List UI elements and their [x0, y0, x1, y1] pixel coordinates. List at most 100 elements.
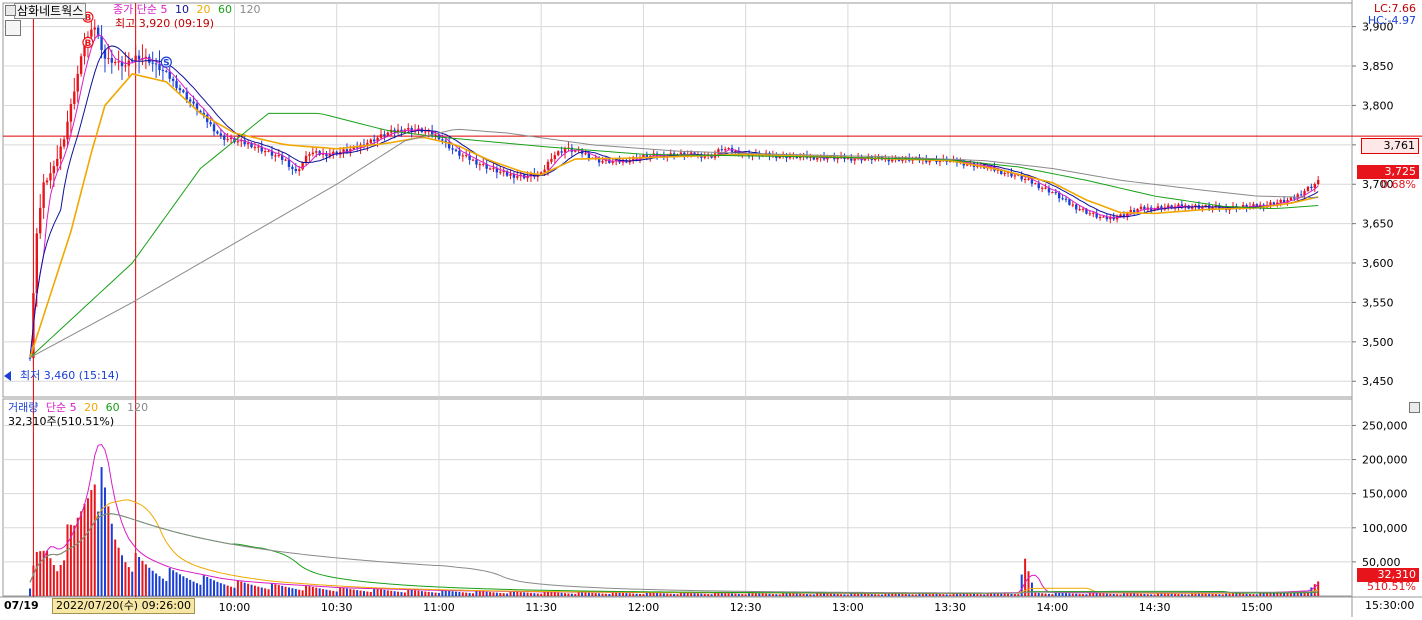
volume-bar: [431, 592, 434, 596]
volume-bar: [870, 594, 873, 596]
volume-bar: [587, 592, 590, 596]
candle-body: [853, 158, 856, 161]
volume-bar: [291, 588, 294, 596]
volume-bar: [734, 593, 737, 596]
candle-body: [287, 159, 291, 167]
price-legend-ma10: 10: [174, 3, 189, 16]
panel-menu-icon[interactable]: [5, 5, 16, 16]
volume-bar: [39, 551, 42, 596]
candle-body: [284, 159, 287, 161]
volume-bar: [1099, 593, 1102, 596]
volume-bar: [141, 560, 144, 596]
volume-bar: [465, 592, 468, 596]
candle-body: [478, 164, 482, 166]
candle-body: [56, 158, 59, 167]
candle-body: [168, 71, 171, 79]
volume-bar: [683, 592, 686, 596]
volume-bar: [90, 490, 93, 596]
volume-tick-label: 200,000: [1362, 454, 1408, 467]
volume-bar: [765, 593, 768, 596]
volume-bar: [547, 591, 549, 596]
volume-bar: [666, 593, 669, 596]
volume-bar: [202, 575, 205, 596]
volume-bar: [874, 594, 877, 596]
time-tick-label: 11:00: [423, 601, 455, 614]
trade-marker-label: S: [163, 59, 169, 69]
candle-body: [1075, 204, 1078, 210]
volume-bar: [386, 590, 389, 596]
volume-bar: [1010, 593, 1013, 596]
volume-bar: [76, 517, 79, 596]
volume-bar: [1242, 593, 1245, 596]
volume-bar: [359, 590, 362, 596]
volume-legend-ma60: 60: [105, 401, 120, 414]
volume-bar: [424, 591, 427, 596]
candle-body: [557, 151, 560, 156]
grid-icon[interactable]: [5, 20, 21, 36]
volume-bar: [717, 592, 720, 596]
volume-bar: [840, 594, 843, 596]
volume-bar: [151, 570, 154, 596]
candle-body: [151, 62, 154, 64]
candle-body: [601, 160, 604, 163]
volume-bar: [540, 593, 543, 596]
volume-summary: 32,310주(510.51%): [8, 415, 115, 428]
volume-bar: [322, 589, 325, 596]
volume-bar: [1211, 593, 1214, 596]
volume-bar: [328, 590, 331, 596]
volume-bar: [737, 593, 740, 596]
volume-bar: [1167, 593, 1170, 596]
volume-bar: [393, 591, 396, 596]
volume-bar: [591, 592, 594, 596]
candle-body: [257, 146, 260, 148]
candle-body: [342, 149, 345, 152]
candle-body: [246, 143, 250, 145]
time-tick-label: 12:30: [730, 601, 762, 614]
volume-bar: [877, 594, 880, 596]
candle-body: [45, 180, 49, 183]
volume-bar: [46, 550, 49, 596]
candle-body: [311, 152, 315, 155]
volume-bar: [512, 591, 515, 596]
volume-bar: [434, 592, 437, 596]
volume-bar: [281, 585, 284, 596]
volume-bar: [213, 580, 216, 596]
volume-bar: [274, 584, 277, 596]
volume-bar: [189, 579, 192, 596]
candle-body: [560, 151, 563, 153]
volume-bar: [1150, 594, 1153, 596]
candle-body: [308, 154, 311, 156]
volume-tick-label: 50,000: [1362, 556, 1401, 569]
volume-panel-close-icon[interactable]: [1409, 402, 1420, 413]
volume-bar: [138, 556, 141, 596]
volume-bar: [59, 565, 62, 596]
volume-bar: [223, 584, 226, 596]
volume-bar: [1136, 593, 1139, 596]
volume-bar: [472, 593, 475, 596]
candle-body: [39, 207, 42, 234]
stock-name-tag[interactable]: 삼화네트웍스: [14, 3, 87, 19]
volume-bar: [707, 594, 710, 596]
volume-bar: [656, 593, 659, 596]
stock-chart[interactable]: 3,4503,5003,5503,6003,6503,7003,7503,800…: [0, 0, 1422, 617]
volume-bar: [345, 588, 348, 596]
candle-body: [369, 139, 372, 143]
volume-bar: [628, 593, 631, 596]
volume-bar: [662, 593, 665, 596]
volume-bar: [557, 592, 560, 596]
volume-bar: [475, 590, 478, 596]
volume-bar: [110, 523, 113, 596]
candle-body: [35, 233, 39, 294]
candlestick-chart[interactable]: 3,4503,5003,5503,6003,6503,7003,7503,800…: [0, 0, 1422, 617]
volume-bar: [420, 591, 423, 596]
volume-bar: [690, 593, 693, 596]
candle-body: [236, 141, 240, 143]
candle-body: [1102, 216, 1105, 218]
volume-bar: [1201, 593, 1204, 596]
volume-bar: [1047, 593, 1050, 596]
volume-bar: [86, 498, 89, 596]
candle-body: [454, 149, 458, 151]
volume-bar: [608, 593, 611, 596]
candle-body: [59, 146, 62, 159]
candle-body: [134, 55, 137, 61]
